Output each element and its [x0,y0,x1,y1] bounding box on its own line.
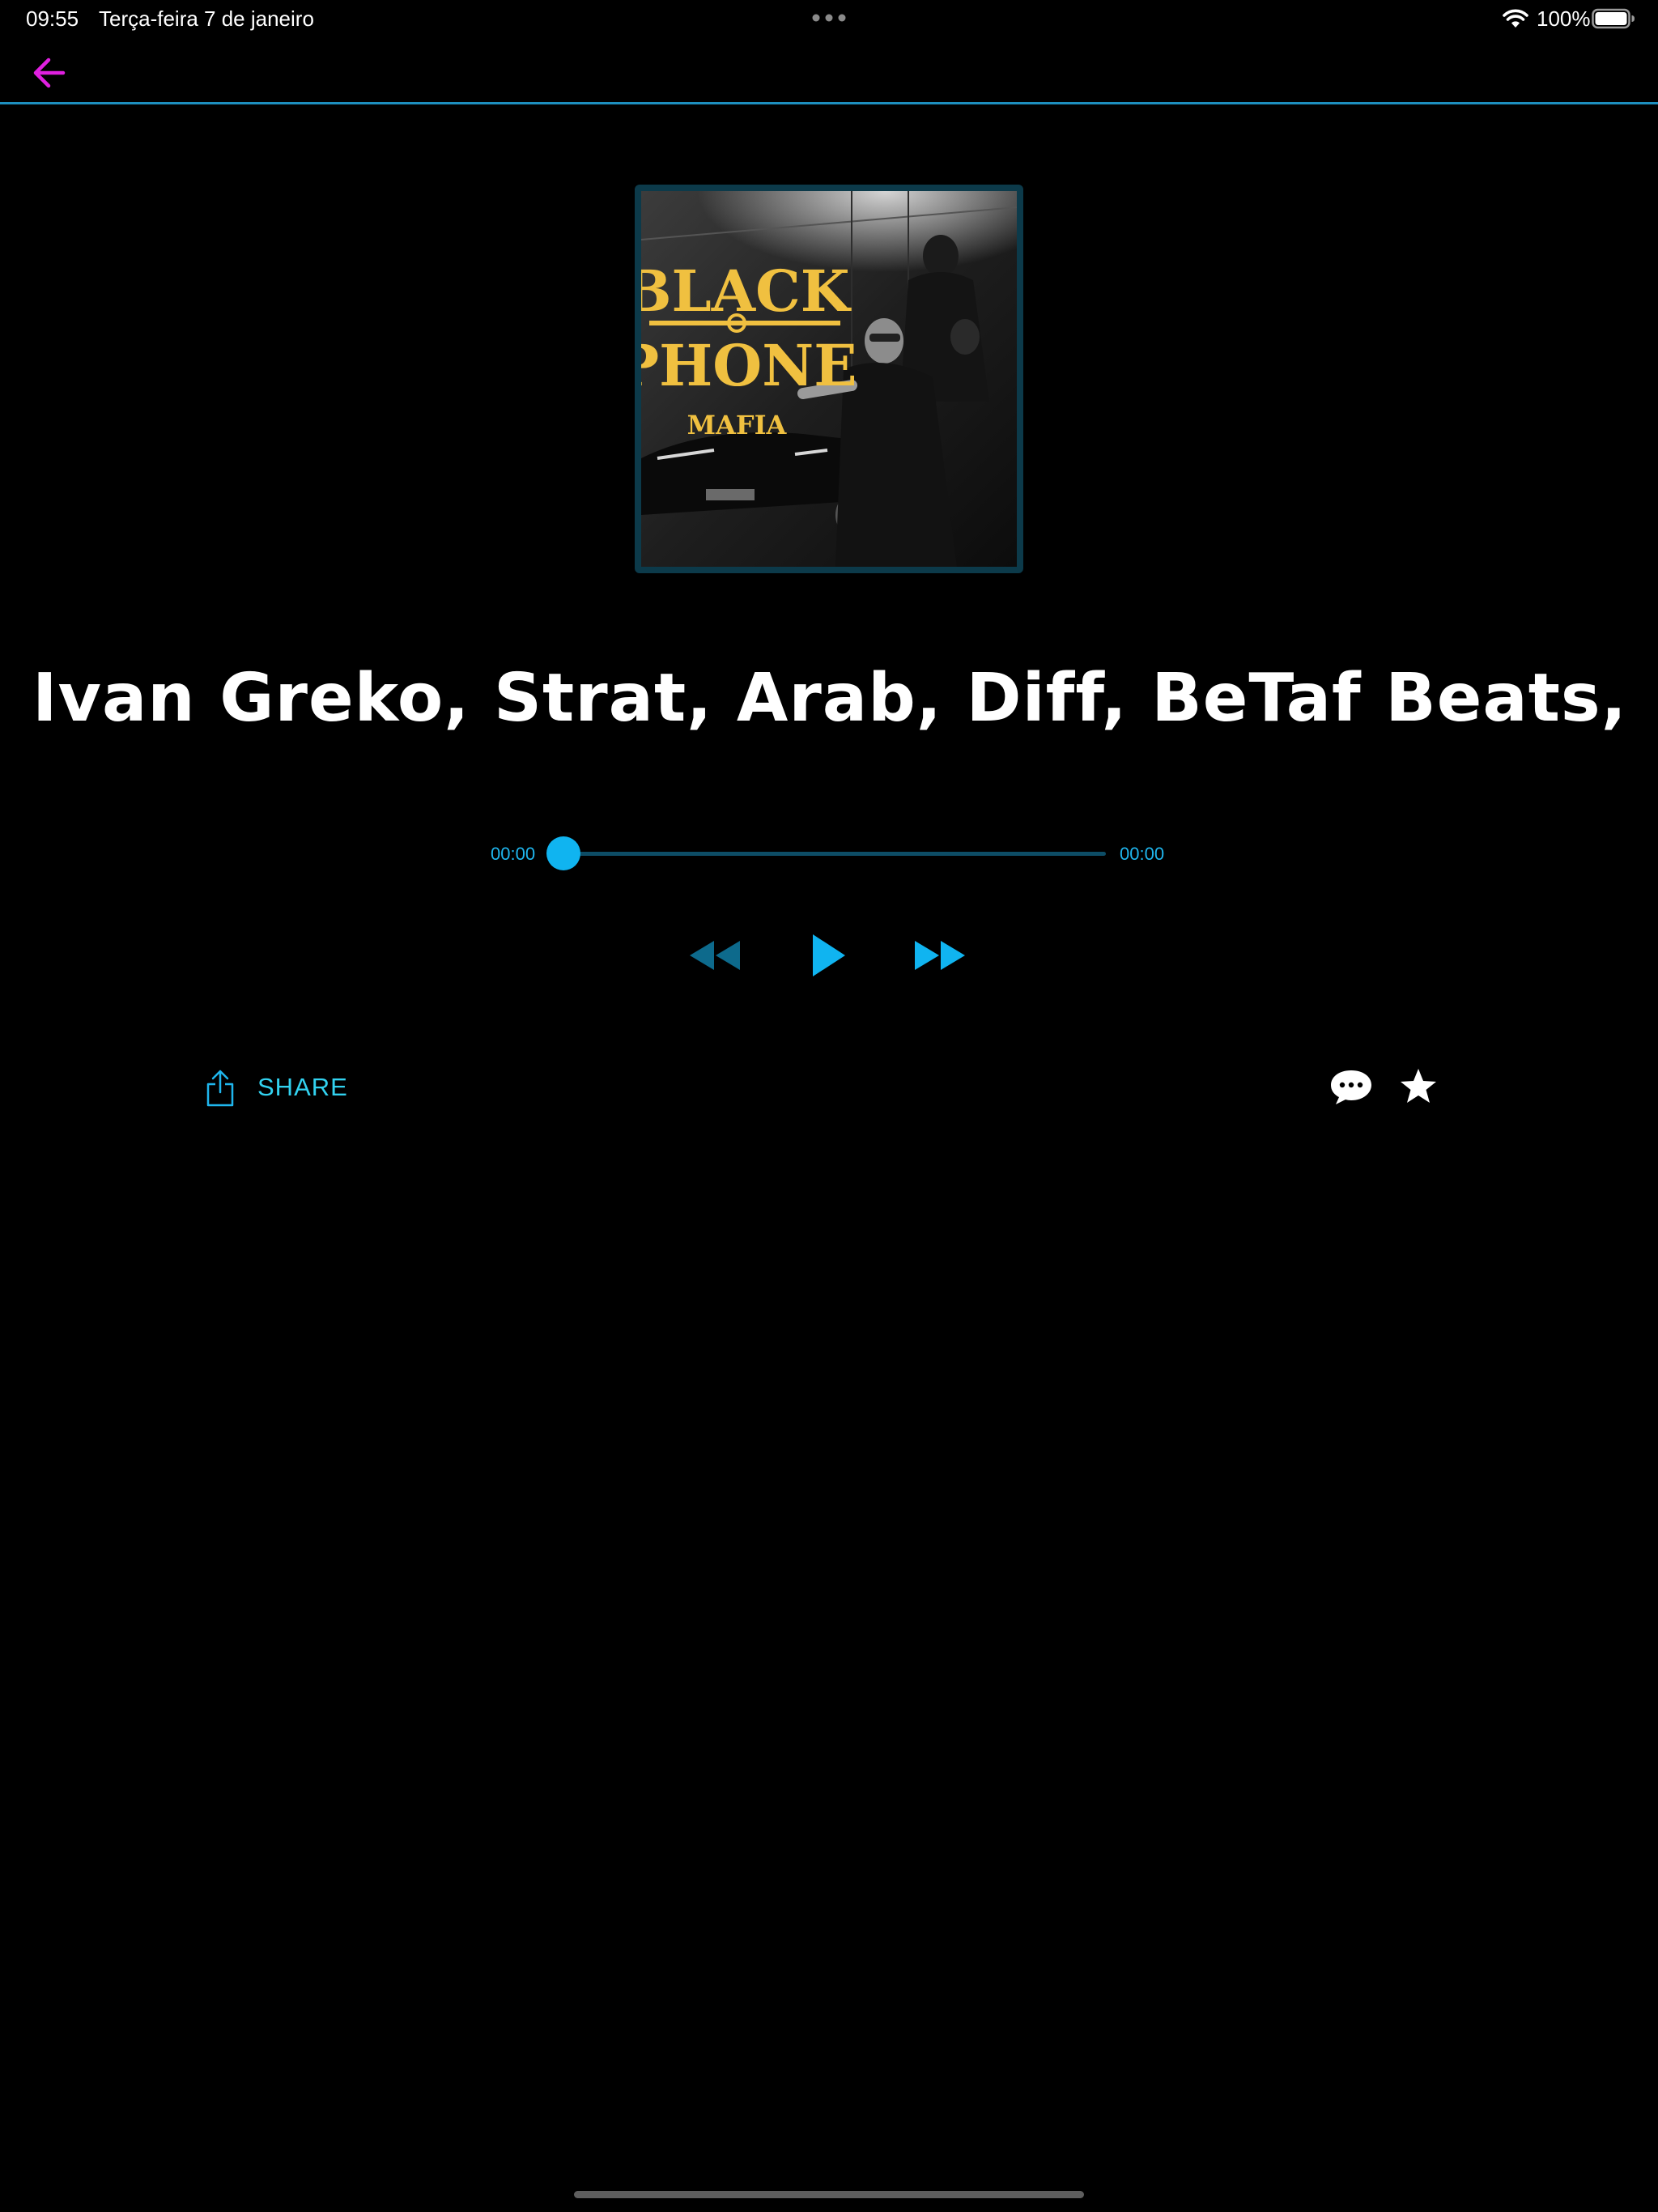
track-title: Ivan Greko, Strat, Arab, Diff, BeTaf Bea… [32,660,1626,737]
rewind-icon[interactable] [687,936,742,975]
progress-bar[interactable] [559,852,1106,856]
album-art-text-black: BLACK [641,257,852,325]
status-bar: 09:55 Terça-feira 7 de janeiro 100% [0,0,1658,39]
playback-controls [0,931,1658,980]
progress-slider-thumb[interactable] [546,836,580,870]
fast-forward-icon[interactable] [913,936,968,975]
total-time: 00:00 [1120,844,1165,864]
status-date: Terça-feira 7 de janeiro [99,6,314,31]
star-icon[interactable] [1399,1067,1438,1106]
status-time: 09:55 [26,6,79,31]
album-art-text-mafia: MAFIA [687,410,788,440]
share-icon [206,1070,234,1107]
arrow-left-icon [33,57,66,88]
multitask-dots-icon[interactable] [812,14,846,22]
back-button[interactable] [24,49,73,97]
share-label: SHARE [257,1073,348,1101]
share-button[interactable]: SHARE [206,1067,348,1108]
album-art-text-phone: PHONE [641,332,857,399]
battery-percentage: 100% [1537,6,1591,31]
album-art: BLACK PHONE MAFIA [635,185,1023,573]
wifi-icon [1503,9,1528,28]
play-icon[interactable] [808,931,848,980]
battery-icon [1592,8,1635,29]
album-cover-image: BLACK PHONE MAFIA [641,191,1017,567]
elapsed-time: 00:00 [491,844,536,864]
navigation-bar [0,39,1658,104]
home-indicator[interactable] [574,2191,1084,2198]
comment-icon[interactable] [1329,1069,1373,1106]
